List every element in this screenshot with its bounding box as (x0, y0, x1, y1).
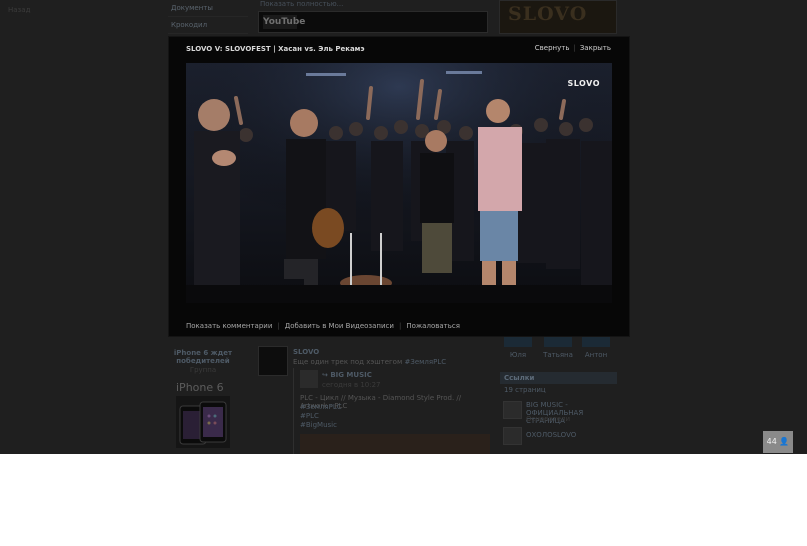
avatar (504, 337, 532, 347)
menu-item-crocodile[interactable]: Крокодил (168, 17, 248, 34)
friend-item[interactable]: Татьяна (543, 337, 573, 359)
ad-image[interactable] (176, 396, 230, 448)
ad-title[interactable]: iPhone 6 ждет победителей (170, 349, 236, 365)
slovo-logo-thumbnail[interactable]: SLOVO (499, 0, 617, 34)
link-subtitle: Основатели (526, 415, 571, 423)
separator: | (573, 44, 576, 52)
link-title[interactable]: ОХОЛОSLOVO (526, 431, 621, 439)
repost-hashtag[interactable]: #ЗемляPLC (300, 403, 342, 411)
iphone-image (179, 401, 227, 445)
modal-actions: Свернуть | Закрыть (535, 44, 611, 52)
post-author-avatar[interactable] (258, 346, 288, 376)
youtube-logo: YouTube (263, 15, 306, 29)
show-comments-link[interactable]: Показать комментарии (186, 322, 272, 330)
chat-button[interactable]: 44 👤 (763, 431, 793, 453)
page-background: Назад Документы Крокодил Показать полнос… (0, 0, 807, 454)
post-hashtag[interactable]: #ЗемляPLC (404, 358, 446, 366)
friend-name[interactable]: Татьяна (543, 351, 573, 359)
repost-author-name[interactable]: BIG MUSIC (330, 371, 372, 379)
repost-hashtag[interactable]: #BigMusic (300, 421, 337, 429)
slovo-logo-text: SLOVO (508, 3, 588, 25)
repost-avatar[interactable] (300, 370, 318, 388)
links-heading[interactable]: Ссылки (500, 372, 617, 384)
repost: ↪ BIG MUSIC сегодня в 10:27 PLC - Цикл /… (293, 368, 490, 454)
avatar (582, 337, 610, 347)
separator: | (398, 322, 402, 330)
show-full-link[interactable]: Показать полностью... (260, 0, 343, 8)
repost-image[interactable] (300, 434, 490, 454)
minimize-button[interactable]: Свернуть (535, 44, 570, 52)
friend-name[interactable]: Юля (503, 351, 533, 359)
report-link[interactable]: Пожаловаться (406, 322, 460, 330)
youtube-embed[interactable]: YouTube (258, 11, 488, 33)
modal-footer: Показать комментарии | Добавить в Мои Ви… (186, 322, 460, 330)
left-menu: Документы Крокодил (168, 0, 248, 34)
ad-subtitle: Группа (189, 366, 217, 374)
user-icon: 👤 (779, 437, 790, 446)
back-link[interactable]: Назад (8, 6, 30, 14)
friend-item[interactable]: Антон (581, 337, 611, 359)
close-button[interactable]: Закрыть (580, 44, 611, 52)
video-modal: SLOVO V: SLOVOFEST | Хасан vs. Эль Рекам… (168, 36, 630, 337)
repost-author[interactable]: ↪ BIG MUSIC (322, 371, 372, 379)
ad-brand: iPhone 6 (176, 381, 224, 394)
video-title: SLOVO V: SLOVOFEST | Хасан vs. Эль Рекам… (186, 45, 365, 53)
ad-brand-text: iPhone 6 (176, 381, 224, 394)
post-text-body: Еще один трек под хэштегом (293, 358, 403, 366)
repost-hashtag[interactable]: #PLC (300, 412, 319, 420)
video-frame (186, 63, 612, 303)
link-thumbnail (503, 401, 522, 419)
avatar (544, 337, 572, 347)
post-author[interactable]: SLOVO (293, 348, 319, 356)
separator: | (277, 322, 280, 330)
video-watermark: SLOVO (567, 79, 600, 88)
friend-name[interactable]: Антон (581, 351, 611, 359)
chat-count: 44 (766, 437, 777, 446)
friend-item[interactable]: Юля (503, 337, 533, 359)
repost-date[interactable]: сегодня в 10:27 (322, 381, 381, 389)
links-count[interactable]: 19 страниц (504, 386, 546, 394)
add-to-videos-link[interactable]: Добавить в Мои Видеозаписи (285, 322, 394, 330)
video-player[interactable]: SLOVO (186, 63, 612, 303)
menu-item-documents[interactable]: Документы (168, 0, 248, 17)
post-text: Еще один трек под хэштегом #ЗемляPLC (293, 358, 446, 366)
link-thumbnail (503, 427, 522, 445)
